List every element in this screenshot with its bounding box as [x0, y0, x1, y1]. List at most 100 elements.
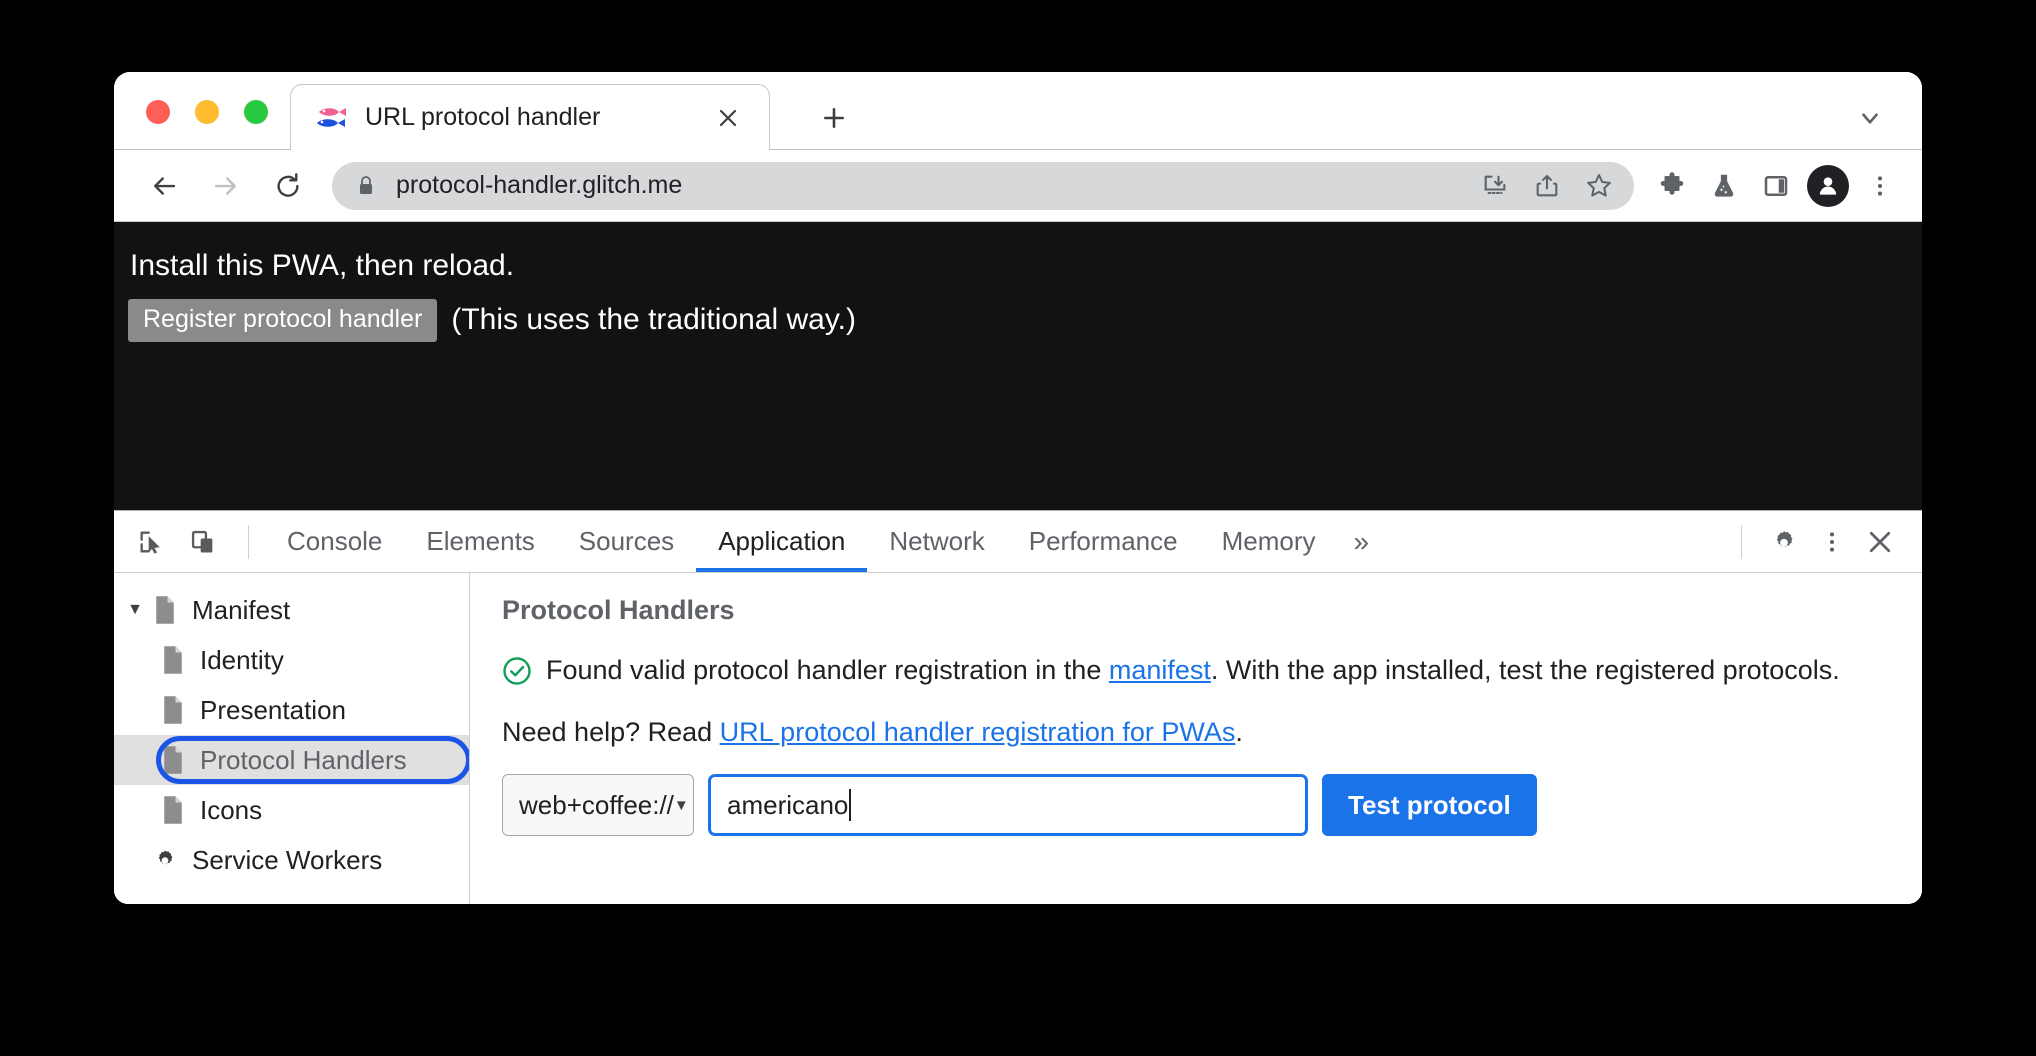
protocol-handlers-panel: Protocol Handlers Found valid protocol h… — [470, 573, 1922, 904]
expand-caret-icon[interactable]: ▼ — [124, 601, 146, 619]
browser-tab[interactable]: URL protocol handler — [290, 84, 770, 150]
toolbar-divider — [248, 524, 249, 559]
page-title: Protocol Handlers — [502, 595, 735, 625]
device-toolbar-icon[interactable] — [180, 519, 226, 565]
sidebar-item-label: Protocol Handlers — [200, 744, 407, 775]
devtools-menu-icon[interactable] — [1808, 518, 1856, 566]
file-icon — [160, 645, 186, 675]
protocol-query-input[interactable]: americano — [708, 774, 1308, 836]
tab-title: URL protocol handler — [365, 103, 601, 131]
protocol-test-controls: web+coffee:// ▼ americano Test protocol — [502, 774, 1892, 836]
maximize-window-button[interactable] — [244, 100, 268, 124]
page-controls-row: Register protocol handler (This uses the… — [128, 298, 1922, 343]
fish-icon — [315, 103, 349, 133]
documentation-link[interactable]: URL protocol handler registration for PW… — [720, 717, 1236, 747]
register-protocol-handler-button[interactable]: Register protocol handler — [128, 298, 438, 343]
file-icon — [160, 695, 186, 725]
help-message: Need help? Read URL protocol handler reg… — [502, 717, 1892, 748]
settings-gear-icon[interactable] — [1760, 518, 1808, 566]
sidebar-item-icons[interactable]: Icons — [114, 785, 469, 835]
page-note: (This uses the traditional way.) — [451, 303, 856, 337]
toolbar-right-actions — [1634, 162, 1922, 210]
tab-sources[interactable]: Sources — [557, 511, 696, 572]
close-tab-icon[interactable] — [713, 103, 743, 133]
sidebar-item-label: Service Workers — [192, 844, 383, 875]
file-icon — [160, 745, 186, 775]
sidebar-item-label: Manifest — [192, 594, 291, 625]
devtools-tab-bar: Console Elements Sources Application Net… — [114, 511, 1922, 573]
sidebar-item-label: Identity — [200, 644, 284, 675]
sidebar-item-manifest[interactable]: ▼ Manifest — [114, 585, 469, 635]
sidebar-item-identity[interactable]: Identity — [114, 635, 469, 685]
avatar — [1807, 164, 1849, 207]
application-sidebar: ▼ Manifest Identity Presentation Protoco… — [114, 573, 470, 904]
tab-label: Application — [718, 526, 846, 556]
address-bar[interactable]: protocol-handler.glitch.me — [332, 161, 1634, 210]
tab-label: Elements — [426, 526, 535, 556]
tab-console[interactable]: Console — [265, 511, 404, 572]
chrome-menu-icon[interactable] — [1856, 162, 1904, 210]
sidebar-item-service-workers[interactable]: Service Workers — [114, 835, 469, 885]
help-suffix: . — [1235, 717, 1243, 747]
browser-toolbar: protocol-handler.glitch.me — [114, 150, 1922, 222]
devtools-divider — [1741, 524, 1742, 559]
tab-memory[interactable]: Memory — [1200, 511, 1338, 572]
reload-icon[interactable] — [264, 162, 312, 210]
close-window-button[interactable] — [146, 100, 170, 124]
experiments-flask-icon[interactable] — [1700, 162, 1748, 210]
sidebar-item-protocol-handlers[interactable]: Protocol Handlers — [114, 735, 469, 785]
page-viewport: Install this PWA, then reload. Register … — [114, 222, 1922, 510]
new-tab-button[interactable] — [814, 98, 854, 138]
tab-label: Sources — [578, 526, 675, 556]
chevron-down-icon: ▼ — [673, 796, 689, 814]
sidebar-item-label: Presentation — [200, 694, 346, 725]
install-pwa-icon[interactable] — [1472, 163, 1518, 209]
browser-window: URL protocol handler protocol-handler.gl… — [114, 72, 1922, 904]
bookmark-star-icon[interactable] — [1576, 163, 1622, 209]
chevron-down-icon[interactable] — [1850, 98, 1890, 138]
text-cursor — [849, 789, 852, 821]
devtools-right-actions — [1723, 518, 1922, 566]
manifest-link[interactable]: manifest — [1109, 655, 1211, 685]
tab-performance[interactable]: Performance — [1007, 511, 1200, 572]
help-prefix: Need help? Read — [502, 717, 720, 747]
tab-network[interactable]: Network — [867, 511, 1006, 572]
omnibox-actions — [1472, 163, 1622, 209]
status-text: Found valid protocol handler registratio… — [546, 652, 1840, 689]
test-protocol-button[interactable]: Test protocol — [1322, 774, 1537, 836]
address-bar-url: protocol-handler.glitch.me — [396, 171, 683, 199]
extensions-puzzle-icon[interactable] — [1648, 162, 1696, 210]
tab-elements[interactable]: Elements — [404, 511, 556, 572]
side-panel-icon[interactable] — [1752, 162, 1800, 210]
window-traffic-lights — [146, 100, 268, 124]
gear-icon — [152, 845, 178, 875]
protocol-scheme-value: web+coffee:// — [519, 789, 674, 820]
sidebar-item-label: Icons — [200, 794, 263, 825]
manifest-file-icon — [152, 595, 178, 625]
status-prefix: Found valid protocol handler registratio… — [546, 655, 1109, 685]
forward-arrow-icon[interactable] — [202, 162, 250, 210]
file-icon — [160, 795, 186, 825]
lock-icon[interactable] — [356, 174, 376, 198]
share-icon[interactable] — [1524, 163, 1570, 209]
devtools-panel: Console Elements Sources Application Net… — [114, 510, 1922, 904]
minimize-window-button[interactable] — [195, 100, 219, 124]
status-suffix: . With the app installed, test the regis… — [1210, 655, 1840, 685]
tab-application[interactable]: Application — [696, 511, 868, 572]
page-heading: Install this PWA, then reload. — [130, 249, 515, 282]
tab-label: Console — [287, 526, 383, 556]
sidebar-item-presentation[interactable]: Presentation — [114, 685, 469, 735]
more-tabs-icon[interactable]: » — [1338, 511, 1386, 572]
protocol-query-value: americano — [727, 789, 849, 820]
tab-label: Memory — [1221, 526, 1316, 556]
status-message: Found valid protocol handler registratio… — [502, 652, 1892, 691]
tab-label: Network — [889, 526, 985, 556]
tab-label: Performance — [1028, 526, 1178, 556]
check-circle-icon — [502, 656, 532, 691]
close-devtools-icon[interactable] — [1856, 518, 1904, 566]
back-arrow-icon[interactable] — [140, 162, 188, 210]
protocol-scheme-select[interactable]: web+coffee:// ▼ — [502, 774, 694, 836]
inspect-element-icon[interactable] — [128, 519, 174, 565]
tab-strip: URL protocol handler — [114, 72, 1922, 150]
profile-avatar[interactable] — [1804, 162, 1852, 210]
